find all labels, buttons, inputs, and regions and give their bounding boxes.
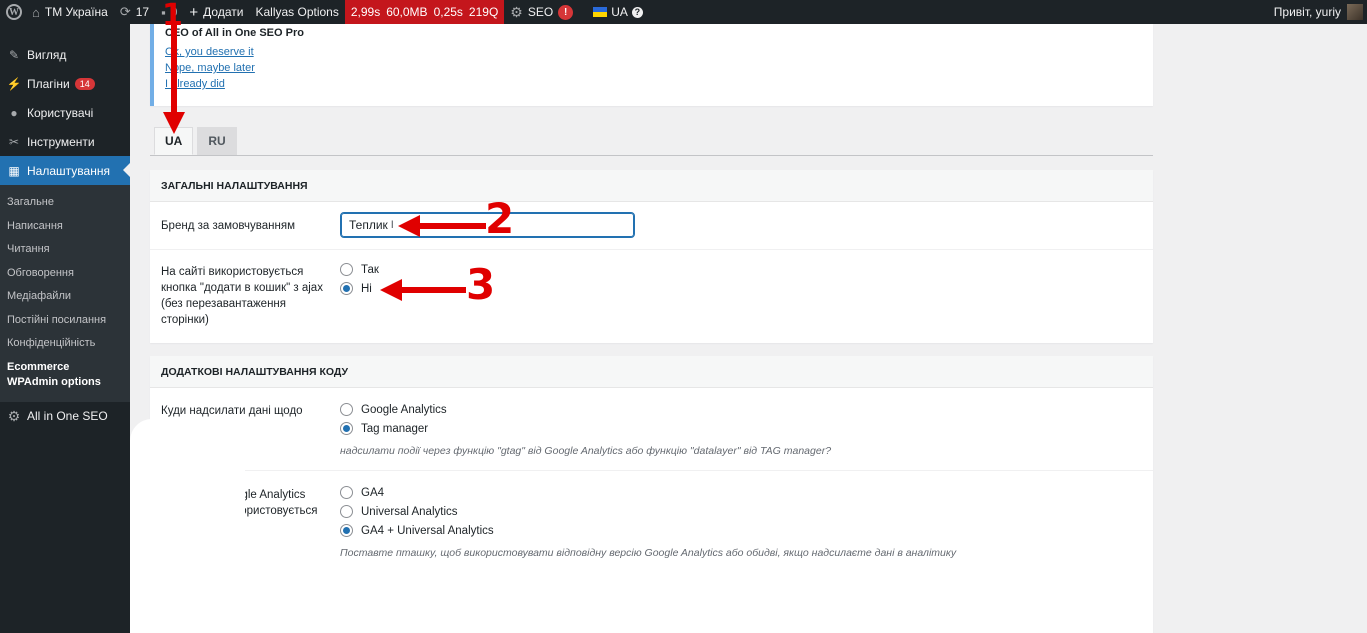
code-settings-title: Додаткові налаштування коду xyxy=(150,356,1153,388)
arrow-left-icon xyxy=(398,215,486,237)
notice-link-yes[interactable]: Ok, you deserve it xyxy=(165,47,1153,58)
review-notice: CEO of All in One SEO Pro Ok, you deserv… xyxy=(150,24,1153,106)
radio-ga4[interactable] xyxy=(340,486,353,499)
settings-submenu: Загальне Написання Читання Обговорення М… xyxy=(0,185,130,402)
submenu-writing[interactable]: Написання xyxy=(0,215,130,239)
annotation-2: 2 xyxy=(485,194,515,243)
plus-icon: + xyxy=(189,3,199,21)
tab-divider xyxy=(150,155,1153,156)
general-settings-title: Загальні налаштування xyxy=(150,170,1153,202)
brand-label: Бренд за замовчуванням xyxy=(161,220,295,232)
theme-options-link[interactable]: Kallyas Options xyxy=(249,0,344,24)
events-option-ga[interactable]: Google Analytics xyxy=(340,400,831,419)
avatar xyxy=(1347,4,1363,20)
events-row: Куди надсилати дані щодо подій? Google A… xyxy=(150,388,1153,471)
radio-universal[interactable] xyxy=(340,505,353,518)
ajax-option-no[interactable]: Ні xyxy=(340,279,379,298)
seo-menu[interactable]: ⚙ SEO! xyxy=(504,0,579,24)
user-icon: ● xyxy=(10,105,18,120)
settings-icon: ▦ xyxy=(8,163,20,178)
radio-both[interactable] xyxy=(340,524,353,537)
code-settings-panel: Додаткові налаштування коду Куди надсила… xyxy=(150,356,1153,633)
admin-sidebar: ✎ Вигляд ⚡ Плагіни 14 ● Користувачі ✂ Інструм… xyxy=(0,24,130,633)
wrench-icon: ✂ xyxy=(8,134,20,149)
ga-version-row: сія Google Analytics о не використовуєть… xyxy=(150,471,1153,574)
tab-ru[interactable]: RU xyxy=(197,127,237,155)
my-account[interactable]: Привіт, yuriy xyxy=(1274,0,1367,24)
sidebar-item-aioseo[interactable]: ⚙ All in One SEO xyxy=(0,402,130,431)
general-settings-panel: Загальні налаштування Бренд за замовчува… xyxy=(150,170,1153,343)
sidebar-item-plugins[interactable]: ⚡ Плагіни 14 xyxy=(0,69,130,98)
query-monitor-stats[interactable]: 2,99s 60,0MB 0,25s 219Q xyxy=(344,0,505,24)
version-option-ga4[interactable]: GA4 xyxy=(340,483,956,502)
brand-row: Бренд за замовчуванням Теплик I xyxy=(150,202,1153,250)
plugins-count-badge: 14 xyxy=(74,77,95,90)
version-description: Поставте пташку, щоб використовувати від… xyxy=(340,547,957,559)
wordpress-logo-icon[interactable]: W xyxy=(2,0,26,24)
arrow-down-icon xyxy=(163,24,185,134)
version-option-ua[interactable]: Universal Analytics xyxy=(340,502,956,521)
radio-yes[interactable] xyxy=(340,263,353,276)
radio-no[interactable] xyxy=(340,282,353,295)
ajax-label: На сайті використовується кнопка "додати… xyxy=(161,266,323,326)
plugin-icon: ⚡ xyxy=(6,76,22,91)
gear-icon: ⚙ xyxy=(7,407,21,424)
admin-bar: W ⌂ ТМ Україна ⟳ 17 ▪ 0 + Додати Kallyas Opt… xyxy=(0,0,1367,24)
submenu-media[interactable]: Медіафайли xyxy=(0,285,130,309)
events-description: надсилати події через функцію "gtag" від… xyxy=(340,445,832,457)
annotation-3: 3 xyxy=(466,260,496,309)
brush-icon: ✎ xyxy=(8,47,20,62)
main-content: CEO of All in One SEO Pro Ok, you deserv… xyxy=(130,24,1367,633)
submenu-ecommerce-options[interactable]: Ecommerce WPAdmin options xyxy=(0,356,110,394)
refresh-icon: ⟳ xyxy=(119,4,131,19)
notice-title: CEO of All in One SEO Pro xyxy=(165,27,304,39)
notice-link-later[interactable]: Nope, maybe later xyxy=(165,63,1153,74)
submenu-privacy[interactable]: Конфіденційність xyxy=(0,332,130,356)
submenu-general[interactable]: Загальне xyxy=(0,191,130,215)
version-option-both[interactable]: GA4 + Universal Analytics xyxy=(340,521,956,540)
ukraine-flag-icon xyxy=(593,7,608,17)
sidebar-item-appearance[interactable]: ✎ Вигляд xyxy=(0,40,130,69)
seo-alert-badge: ! xyxy=(558,4,574,20)
radio-tag-manager[interactable] xyxy=(340,422,353,435)
sidebar-item-settings[interactable]: ▦ Налаштування xyxy=(0,156,130,185)
overlay-shape xyxy=(130,419,245,633)
arrow-left-icon xyxy=(380,279,466,301)
notice-link-done[interactable]: I already did xyxy=(165,79,1153,90)
submenu-permalinks[interactable]: Постійні посилання xyxy=(0,309,130,333)
radio-google-analytics[interactable] xyxy=(340,403,353,416)
site-name-link[interactable]: ⌂ ТМ Україна xyxy=(26,0,114,24)
updates-link[interactable]: ⟳ 17 xyxy=(114,0,155,24)
events-option-gtm[interactable]: Tag manager xyxy=(340,419,831,438)
help-icon[interactable]: ? xyxy=(631,6,643,18)
sidebar-item-users[interactable]: ● Користувачі xyxy=(0,98,130,127)
sidebar-item-tools[interactable]: ✂ Інструменти xyxy=(0,127,130,156)
submenu-reading[interactable]: Читання xyxy=(0,238,130,262)
submenu-discussion[interactable]: Обговорення xyxy=(0,262,130,286)
ajax-row: На сайті використовується кнопка "додати… xyxy=(150,250,1153,342)
gear-icon: ⚙ xyxy=(510,3,523,20)
language-switcher[interactable]: UA? xyxy=(587,0,649,24)
ajax-option-yes[interactable]: Так xyxy=(340,260,379,279)
new-content-link[interactable]: + Додати xyxy=(183,0,249,24)
home-icon: ⌂ xyxy=(32,4,40,20)
text-cursor-icon: I xyxy=(390,219,394,231)
